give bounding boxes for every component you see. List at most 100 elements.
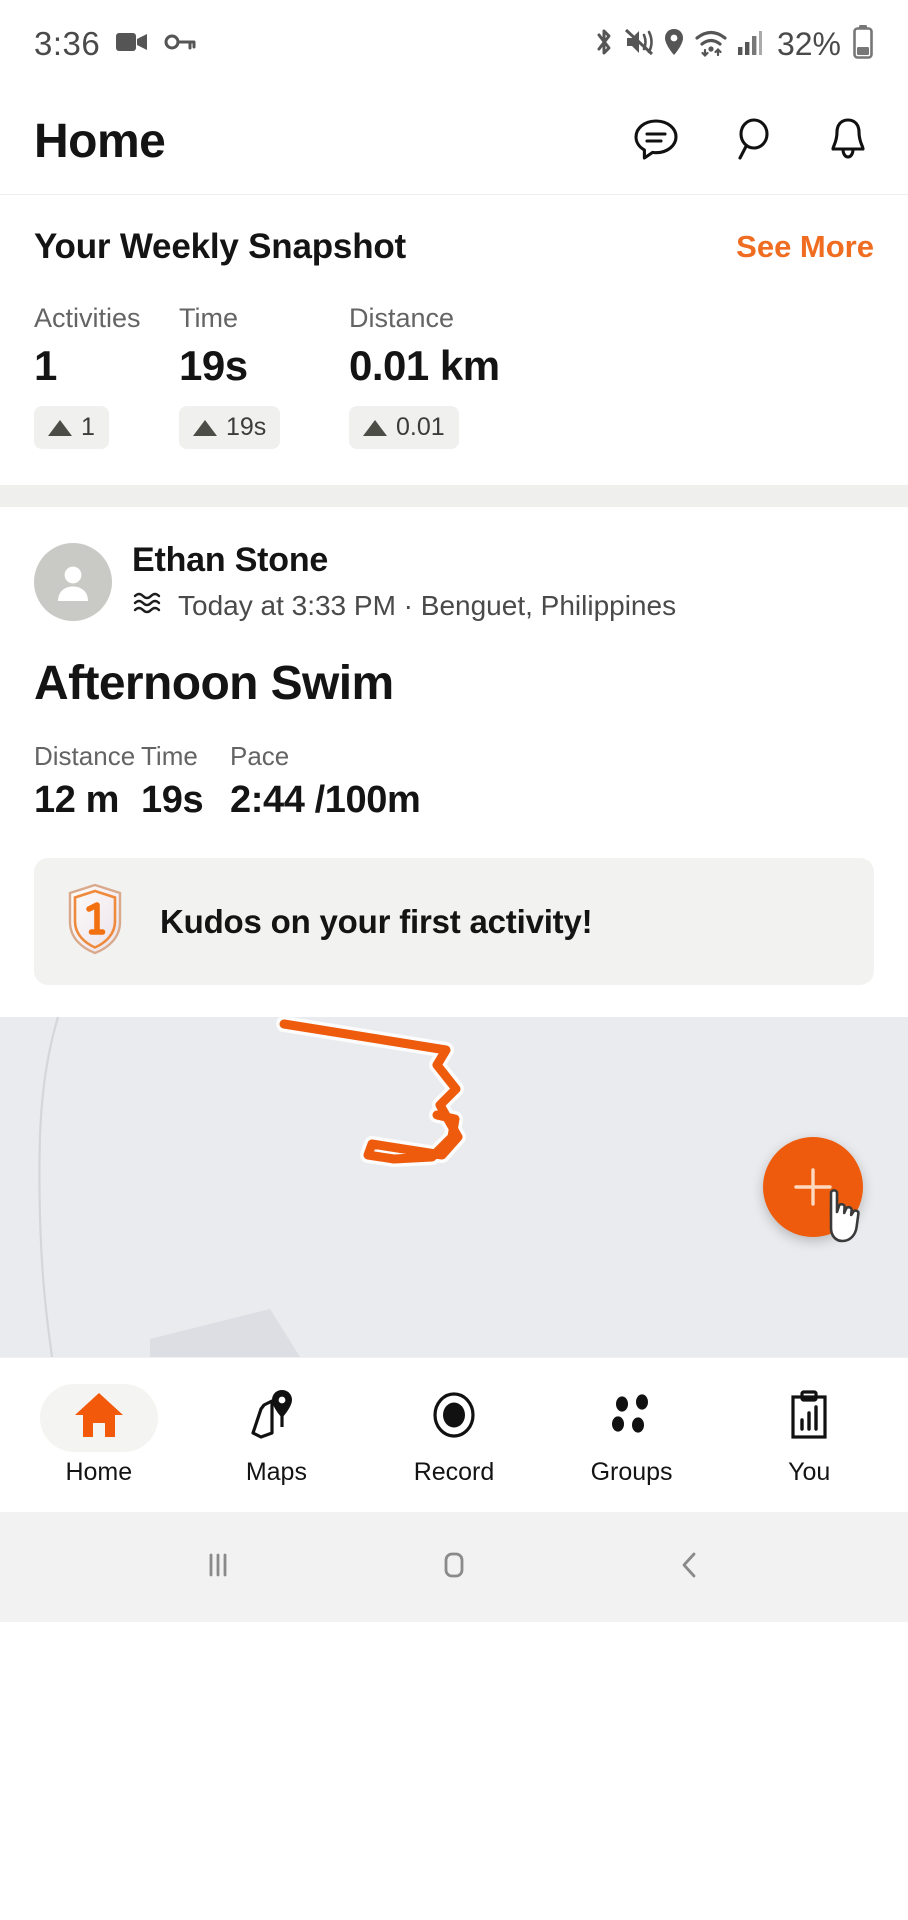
android-system-nav [0, 1512, 908, 1622]
nav-label: Groups [590, 1457, 673, 1486]
snapshot-header: Your Weekly Snapshot See More [34, 227, 874, 267]
stat-value: 12 m [34, 779, 120, 821]
nav-item-you[interactable]: You [720, 1384, 898, 1487]
activity-stat-distance: Distance 12 m [34, 741, 141, 822]
stat-value: 2:44 /100m [230, 779, 421, 821]
wifi-icon [694, 26, 728, 63]
stat-label: Time [179, 303, 238, 333]
snapshot-stat-activities: Activities 1 1 [34, 303, 179, 449]
page-title: Home [34, 114, 166, 168]
status-bar-left: 3:36 [34, 25, 196, 63]
key-icon [164, 30, 196, 59]
search-icon [726, 113, 778, 170]
notifications-button[interactable] [822, 115, 874, 167]
status-bar-clock: 3:36 [34, 25, 101, 62]
activity-stat-time: Time 19s [141, 741, 230, 822]
cellular-signal-icon [737, 26, 763, 63]
activity-user-row[interactable]: Ethan Stone Today at 3:33 PM · Benguet, … [34, 541, 874, 622]
nav-item-home[interactable]: Home [10, 1383, 188, 1487]
nav-item-groups[interactable]: Groups [543, 1384, 721, 1487]
back-chevron-icon [670, 1545, 710, 1590]
stat-delta-badge: 19s [179, 406, 281, 449]
stat-value: 19s [141, 779, 204, 821]
activity-stat-pace: Pace 2:44 /100m [230, 741, 421, 822]
plus-icon [794, 1168, 832, 1206]
stat-label: Distance [349, 303, 455, 333]
section-divider [0, 485, 908, 507]
snapshot-title: Your Weekly Snapshot [34, 227, 407, 266]
home-square-icon [434, 1545, 474, 1590]
arrow-up-icon [48, 419, 72, 436]
snapshot-stat-time: Time 19s 19s [179, 303, 349, 449]
nav-record-wrap [395, 1384, 513, 1452]
header-actions [630, 115, 874, 167]
nav-label: You [788, 1457, 831, 1486]
mute-vibrate-icon [624, 26, 654, 63]
stat-delta-badge: 0.01 [349, 406, 459, 449]
stat-label: Pace [230, 741, 290, 771]
status-bar-right: 32% [593, 24, 874, 64]
clipboard-chart-icon [781, 1387, 837, 1448]
map-pin-icon [248, 1387, 304, 1448]
stat-value: 19s [179, 342, 248, 389]
stat-delta-value: 1 [81, 413, 95, 441]
recents-icon [198, 1545, 238, 1590]
messages-icon [630, 113, 682, 170]
stat-delta-value: 0.01 [396, 413, 445, 441]
app-header: Home [0, 88, 908, 195]
arrow-up-icon [193, 419, 217, 436]
nav-item-maps[interactable]: Maps [188, 1384, 366, 1487]
activity-user-info: Ethan Stone Today at 3:33 PM · Benguet, … [132, 541, 676, 622]
record-circle-icon [426, 1387, 482, 1448]
battery-icon [852, 24, 874, 64]
notifications-bell-icon [822, 113, 874, 170]
home-icon [71, 1387, 127, 1448]
stat-delta-value: 19s [226, 413, 267, 441]
back-button[interactable] [655, 1532, 725, 1602]
android-home-button[interactable] [419, 1532, 489, 1602]
swim-waves-icon [132, 589, 166, 622]
recents-button[interactable] [183, 1532, 253, 1602]
record-activity-fab[interactable] [763, 1137, 863, 1243]
activity-map[interactable] [0, 1017, 908, 1357]
stat-delta-badge: 1 [34, 406, 109, 449]
stat-label: Activities [34, 303, 141, 333]
location-icon [663, 26, 685, 63]
nav-home-pill [39, 1383, 158, 1452]
activity-stats: Distance 12 m Time 19s Pace 2:44 /100m [34, 741, 874, 822]
video-camera-icon [116, 30, 148, 59]
avatar[interactable] [34, 542, 112, 621]
messages-button[interactable] [630, 115, 682, 167]
activity-user-name[interactable]: Ethan Stone [132, 541, 676, 580]
nav-groups-wrap [573, 1384, 691, 1452]
nav-item-record[interactable]: Record [365, 1384, 543, 1487]
nav-label: Maps [245, 1457, 307, 1486]
nav-you-wrap [750, 1384, 868, 1452]
nav-maps-wrap [217, 1384, 335, 1452]
snapshot-stats: Activities 1 1 Time 19s 19s Distance 0.0… [34, 303, 874, 449]
nav-label: Record [413, 1457, 495, 1486]
kudos-text: Kudos on your first activity! [160, 902, 593, 940]
activity-meta-text: Today at 3:33 PM · Benguet, Philippines [178, 589, 677, 621]
snapshot-stat-distance: Distance 0.01 km 0.01 [349, 303, 500, 449]
search-button[interactable] [726, 115, 778, 167]
battery-percent-label: 32% [776, 25, 841, 62]
status-bar: 3:36 32% [0, 0, 908, 88]
groups-dots-icon [604, 1387, 660, 1448]
activity-title[interactable]: Afternoon Swim [34, 656, 874, 711]
see-more-link[interactable]: See More [736, 229, 874, 265]
stat-value: 0.01 km [349, 342, 500, 389]
stat-value: 1 [34, 342, 57, 389]
stat-label: Time [141, 741, 198, 771]
first-activity-badge-icon [64, 882, 126, 961]
arrow-up-icon [363, 419, 387, 436]
nav-label: Home [65, 1457, 133, 1486]
activity-card[interactable]: Ethan Stone Today at 3:33 PM · Benguet, … [0, 507, 908, 985]
bottom-navigation: Home Maps Record Groups You [0, 1357, 908, 1512]
activity-meta-row: Today at 3:33 PM · Benguet, Philippines [132, 589, 676, 622]
bluetooth-icon [593, 26, 615, 63]
weekly-snapshot-section: Your Weekly Snapshot See More Activities… [0, 195, 908, 485]
phone-screen: 3:36 32% Home Your Weekly Snapshot See M… [0, 0, 908, 1920]
kudos-banner[interactable]: Kudos on your first activity! [34, 858, 874, 985]
stat-label: Distance [34, 741, 136, 771]
